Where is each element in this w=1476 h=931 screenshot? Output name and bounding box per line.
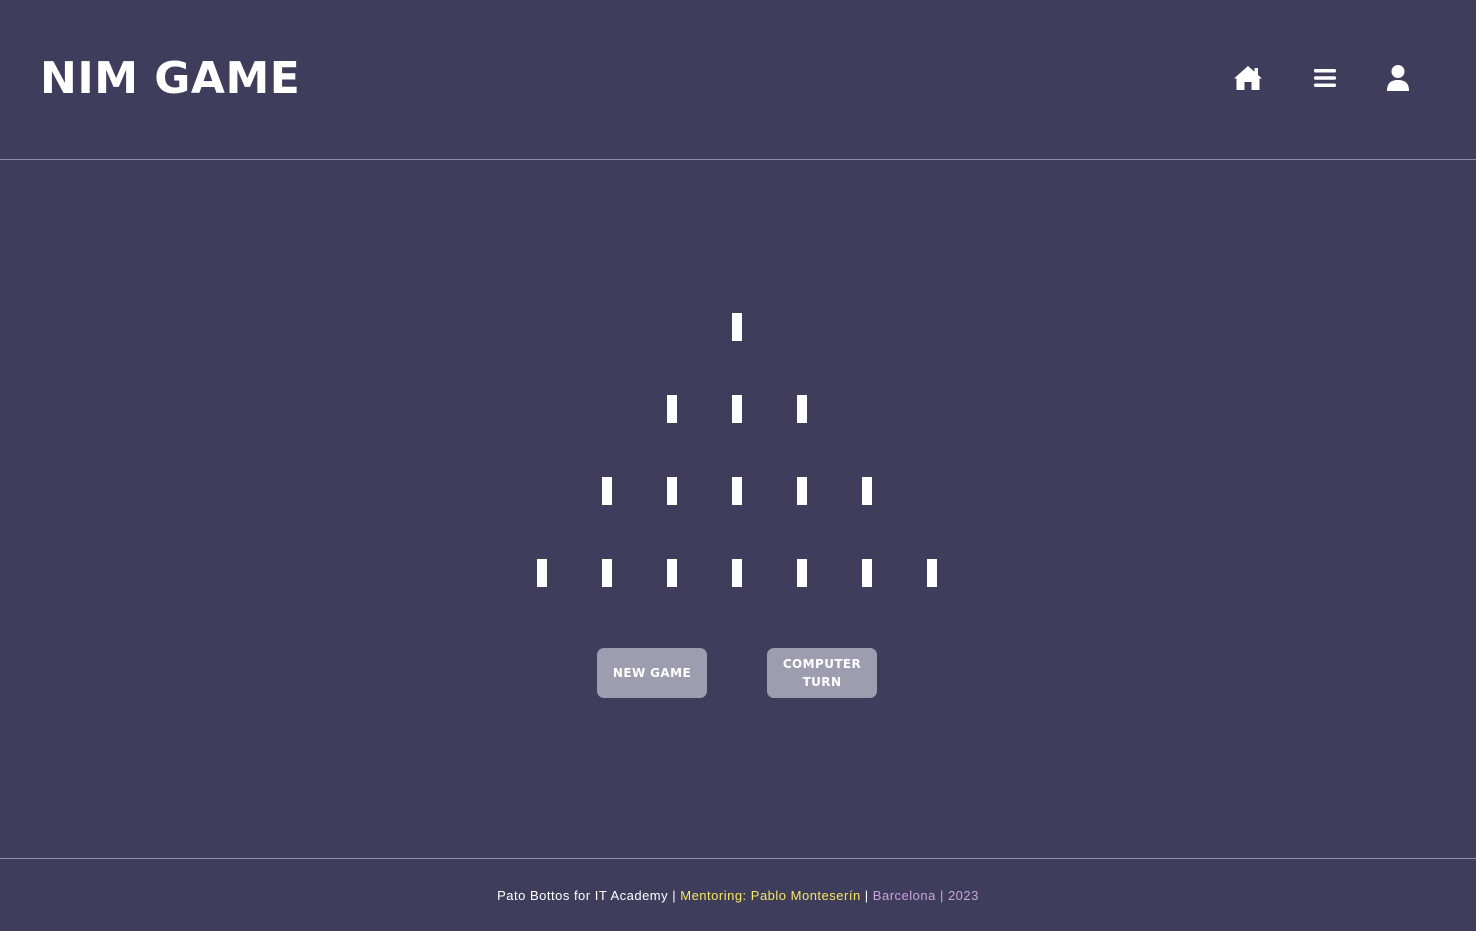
computer-turn-button[interactable]: COMPUTER TURN [767,648,877,698]
footer-separator: | [935,887,948,903]
stick[interactable] [797,395,807,423]
stick[interactable] [602,559,612,587]
page-title: NIM GAME [40,53,301,104]
new-game-button[interactable]: NEW GAME [597,648,707,698]
stick[interactable] [537,559,547,587]
footer-separator: | [860,887,873,903]
stick[interactable] [667,477,677,505]
stick[interactable] [927,559,937,587]
stick[interactable] [862,477,872,505]
game-board [0,161,1476,858]
menu-icon[interactable] [1309,62,1341,94]
footer-location: Barcelona [872,887,936,903]
stick[interactable] [797,559,807,587]
footer-mentoring: Mentoring: Pablo Monteserín [680,887,861,903]
footer-separator: | [668,887,681,903]
stick[interactable] [667,395,677,423]
footer-year: 2023 [947,887,979,903]
stick[interactable] [732,395,742,423]
header: NIM GAME [0,0,1476,160]
stick[interactable] [602,477,612,505]
stick[interactable] [732,477,742,505]
footer: Pato Bottos for IT Academy | Mentoring: … [0,858,1476,931]
stick[interactable] [667,559,677,587]
stick[interactable] [797,477,807,505]
home-icon[interactable] [1232,62,1264,94]
stick[interactable] [862,559,872,587]
stick[interactable] [732,559,742,587]
footer-author: Pato Bottos for IT Academy [497,887,669,903]
stick[interactable] [732,313,742,341]
user-icon[interactable] [1382,62,1414,94]
